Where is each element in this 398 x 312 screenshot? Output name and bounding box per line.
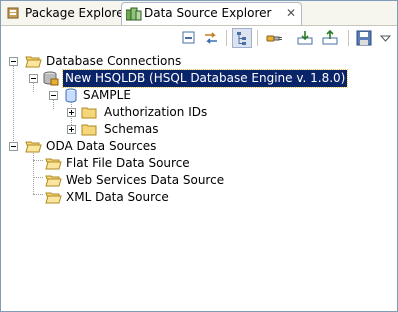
- collapse-toggle[interactable]: [49, 91, 58, 100]
- package-explorer-icon: [7, 7, 19, 19]
- hierarchy-icon: [237, 32, 246, 45]
- export-icon: [322, 29, 338, 45]
- tree-item-xml-data-source[interactable]: XML Data Source: [1, 189, 397, 206]
- tab-label: Data Source Explorer: [144, 6, 272, 20]
- tree-item-label: ODA Data Sources: [46, 139, 157, 153]
- tree-item-database-connections[interactable]: Database Connections: [1, 53, 397, 70]
- data-source-tree: Database Connections New HSQLDB (HSQL Da…: [1, 53, 397, 311]
- open-folder-icon: [25, 56, 42, 68]
- view-menu-button[interactable]: [377, 29, 395, 47]
- import-button[interactable]: [296, 29, 314, 47]
- save-icon: [356, 30, 372, 46]
- tree-item-oda-data-sources[interactable]: ODA Data Sources: [1, 138, 397, 155]
- toolbar-separator: [226, 30, 227, 46]
- open-folder-icon: [45, 192, 62, 204]
- tree-item-label: New HSQLDB (HSQL Database Engine v. 1.8.…: [61, 69, 349, 88]
- save-button[interactable]: [355, 29, 373, 47]
- connect-button[interactable]: [265, 29, 283, 47]
- toolbar-separator: [257, 30, 258, 46]
- open-folder-icon: [25, 141, 42, 153]
- tab-package-explorer[interactable]: Package Explorer: [3, 3, 129, 23]
- connect-icon: [266, 35, 282, 42]
- toolbar-separator: [348, 30, 349, 46]
- hierarchy-toggle-button[interactable]: [232, 28, 252, 48]
- data-source-explorer-view: Package Explorer Data Source Explorer ✕: [0, 0, 398, 312]
- folder-icon: [81, 124, 97, 136]
- expand-toggle[interactable]: [67, 108, 76, 117]
- link-with-editor-button[interactable]: [202, 29, 220, 47]
- open-folder-icon: [45, 158, 62, 170]
- tree-item-web-services-data-source[interactable]: Web Services Data Source: [1, 172, 397, 189]
- tree-item-connection[interactable]: New HSQLDB (HSQL Database Engine v. 1.8.…: [1, 69, 397, 88]
- tree-item-label: Database Connections: [46, 54, 182, 68]
- tree-item-database[interactable]: SAMPLE: [1, 87, 397, 104]
- view-toolbar: [1, 26, 397, 52]
- tree-item-schemas[interactable]: Schemas: [1, 121, 397, 138]
- view-tab-bar: Package Explorer Data Source Explorer ✕: [1, 1, 397, 26]
- tree-item-authorization-ids[interactable]: Authorization IDs: [1, 104, 397, 121]
- collapse-toggle[interactable]: [9, 142, 18, 151]
- collapse-toggle[interactable]: [9, 57, 18, 66]
- expand-toggle[interactable]: [67, 125, 76, 134]
- collapse-toggle[interactable]: [29, 74, 38, 83]
- database-connection-icon: [43, 71, 59, 86]
- tree-item-label: Web Services Data Source: [66, 173, 225, 187]
- close-tab-icon[interactable]: ✕: [285, 7, 297, 19]
- tab-label: Package Explorer: [25, 6, 129, 20]
- folder-icon: [81, 107, 97, 119]
- tree-item-label: Schemas: [104, 122, 159, 136]
- link-with-editor-icon: [205, 32, 217, 44]
- view-menu-icon: [379, 35, 392, 42]
- export-button[interactable]: [321, 29, 339, 47]
- data-source-explorer-icon: [126, 7, 142, 21]
- database-icon: [65, 88, 77, 103]
- tree-item-label: SAMPLE: [83, 88, 131, 102]
- tab-data-source-explorer[interactable]: Data Source Explorer ✕: [121, 2, 302, 25]
- tree-item-label: Authorization IDs: [104, 105, 208, 119]
- open-folder-icon: [45, 175, 62, 187]
- collapse-all-icon: [182, 31, 195, 44]
- collapse-all-button[interactable]: [180, 29, 198, 47]
- tree-item-flat-file-data-source[interactable]: Flat File Data Source: [1, 155, 397, 172]
- tree-item-label: XML Data Source: [66, 190, 169, 204]
- tree-item-label: Flat File Data Source: [66, 156, 190, 170]
- import-icon: [297, 31, 313, 45]
